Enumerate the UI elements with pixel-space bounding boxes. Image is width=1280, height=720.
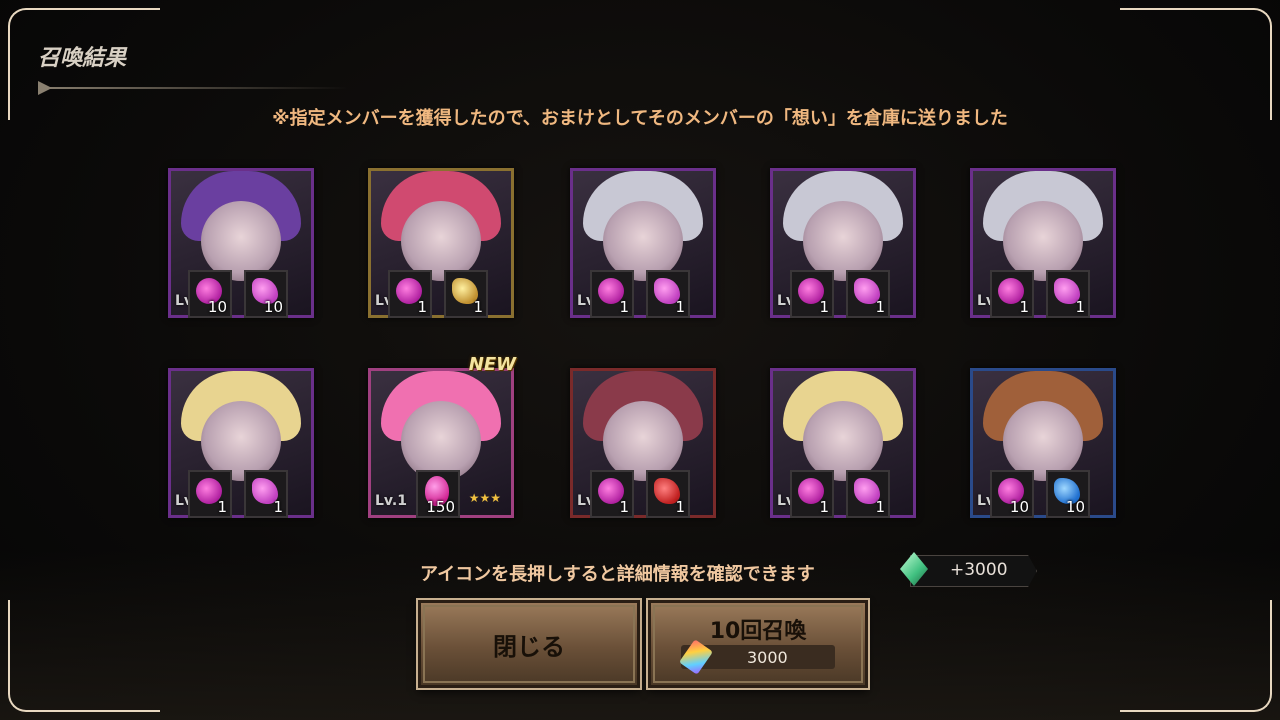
gem-bonus-value: +3000: [950, 560, 1008, 580]
reward-quantity: 1: [819, 498, 829, 516]
character-face: [603, 401, 683, 481]
summon-result-card[interactable]: Lv 1 1: [766, 364, 916, 518]
reward-quantity: 1: [217, 498, 227, 516]
summon-result-card[interactable]: Lv 1 1: [566, 364, 716, 518]
bonus-notice: ※指定メンバーを獲得したので、おまけとしてそのメンバーの「想い」を倉庫に送りまし…: [272, 108, 1008, 129]
reward-item: 10: [188, 270, 232, 318]
reward-quantity: 1: [417, 298, 427, 316]
character-face: [201, 401, 281, 481]
close-button-label: 閉じる: [493, 633, 565, 661]
character-face: [1003, 401, 1083, 481]
reward-item: 1: [790, 270, 834, 318]
character-face: [803, 201, 883, 281]
reward-item: 10: [990, 470, 1034, 518]
character-face: [201, 201, 281, 281]
rarity-stars: ★★★: [468, 491, 501, 505]
reward-item: 1: [646, 470, 690, 518]
reward-item: 1: [444, 270, 488, 318]
frame-ornament-bottom-left: [8, 600, 160, 712]
character-face: [401, 401, 481, 481]
character-face: [1003, 201, 1083, 281]
reward-quantity: 1: [473, 298, 483, 316]
reward-item: 1: [188, 470, 232, 518]
close-button[interactable]: 閉じる: [418, 600, 640, 688]
reward-item: 1: [1046, 270, 1090, 318]
summon-result-card[interactable]: Lv 1 1: [966, 164, 1116, 318]
character-face: [803, 401, 883, 481]
reward-item: 1: [646, 270, 690, 318]
reward-quantity: 10: [1065, 498, 1085, 516]
reward-item: 1: [590, 270, 634, 318]
reward-quantity: 1: [1019, 298, 1029, 316]
reward-item: 1: [846, 470, 890, 518]
summon-result-card[interactable]: Lv.1 ★★★ 150 NEW: [364, 354, 516, 518]
summon-10-button[interactable]: 10回召喚 3000: [648, 600, 868, 688]
title-underline: [38, 87, 348, 89]
reward-quantity: 1: [1075, 298, 1085, 316]
long-press-hint: アイコンを長押しすると詳細情報を確認できます: [420, 564, 815, 585]
reward-item: 1: [990, 270, 1034, 318]
character-face: [603, 201, 683, 281]
reward-item: 150: [416, 470, 460, 518]
level-label: Lv.1: [375, 493, 407, 509]
reward-quantity: 1: [675, 498, 685, 516]
reward-quantity: 10: [1009, 498, 1029, 516]
reward-item: 1: [590, 470, 634, 518]
reward-quantity: 1: [875, 298, 885, 316]
summon-result-card[interactable]: Lv 1 1: [164, 364, 314, 518]
summon-cost-value: 3000: [747, 648, 788, 667]
frame-ornament-bottom-right: [1120, 600, 1272, 712]
page-title: 召喚結果: [38, 46, 127, 71]
reward-item: 1: [388, 270, 432, 318]
character-face: [401, 201, 481, 281]
reward-quantity: 10: [207, 298, 227, 316]
reward-item: 1: [244, 470, 288, 518]
reward-quantity: 1: [875, 498, 885, 516]
reward-quantity: 1: [619, 298, 629, 316]
summon-result-card[interactable]: Lv 1 1: [566, 164, 716, 318]
reward-quantity: 150: [426, 498, 455, 516]
reward-item: 1: [846, 270, 890, 318]
summon-result-card[interactable]: Lv 10 10: [966, 364, 1116, 518]
reward-quantity: 10: [263, 298, 283, 316]
reward-quantity: 1: [273, 498, 283, 516]
summon-result-card[interactable]: Lv 1 1: [766, 164, 916, 318]
reward-item: 10: [244, 270, 288, 318]
summon-result-card[interactable]: Lv 1 1: [364, 164, 514, 318]
new-badge: NEW: [468, 354, 516, 375]
reward-item: 10: [1046, 470, 1090, 518]
reward-item: 1: [790, 470, 834, 518]
summon-button-label: 10回召喚: [709, 619, 807, 644]
reward-quantity: 1: [819, 298, 829, 316]
reward-quantity: 1: [675, 298, 685, 316]
summon-result-card[interactable]: Lv 10 10: [164, 164, 314, 318]
reward-quantity: 1: [619, 498, 629, 516]
